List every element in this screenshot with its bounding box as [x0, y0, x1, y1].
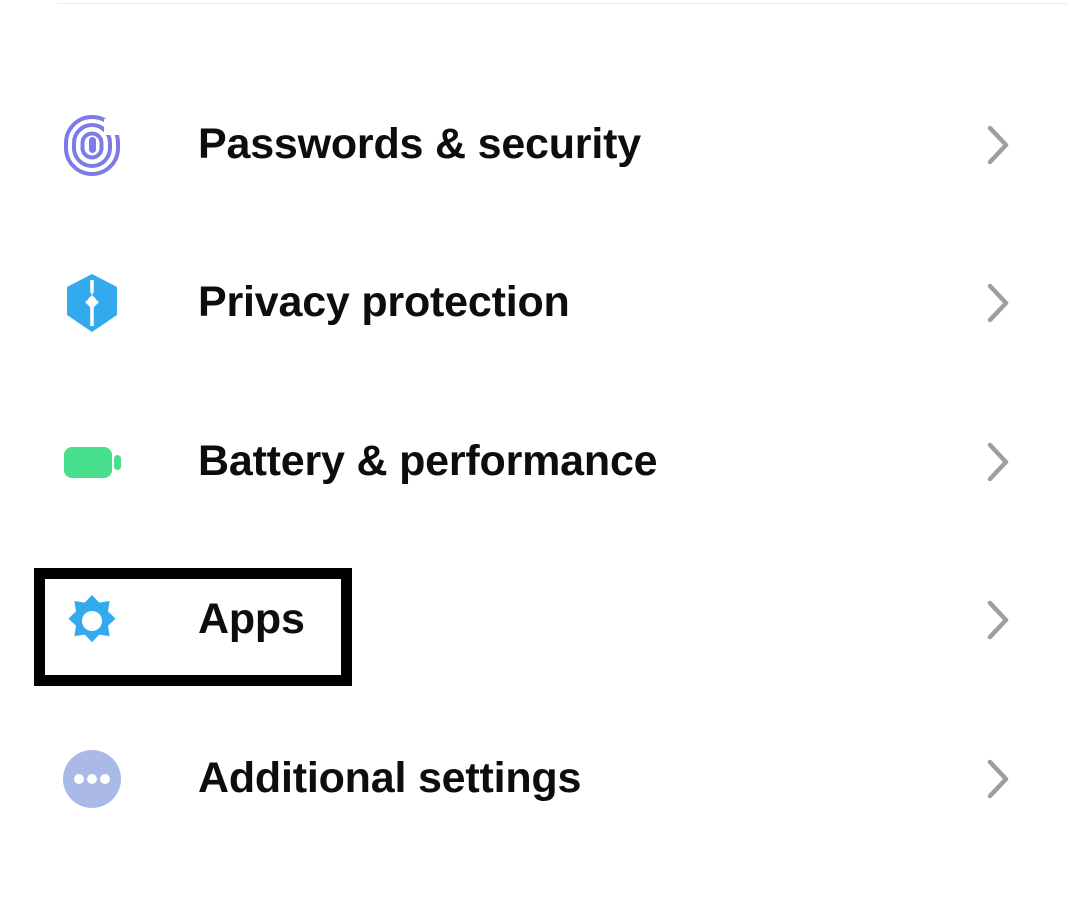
chevron-right-icon[interactable] [981, 280, 1015, 326]
settings-row-additional-settings[interactable]: Additional settings [0, 719, 1067, 839]
shield-icon [60, 271, 124, 335]
settings-row-battery-performance[interactable]: Battery & performance [0, 402, 1067, 522]
gear-flower-icon [60, 588, 124, 652]
settings-row-passwords-security[interactable]: Passwords & security [0, 85, 1067, 205]
chevron-right-icon[interactable] [981, 756, 1015, 802]
settings-row-label: Passwords & security [198, 120, 641, 169]
ellipsis-circle-icon [60, 747, 124, 811]
chevron-right-icon[interactable] [981, 439, 1015, 485]
settings-screen: Passwords & security Privacy protection … [0, 0, 1067, 907]
chevron-right-icon[interactable] [981, 122, 1015, 168]
settings-row-privacy-protection[interactable]: Privacy protection [0, 243, 1067, 363]
fingerprint-icon [60, 113, 124, 177]
settings-row-label: Battery & performance [198, 437, 658, 486]
settings-row-label: Apps [198, 595, 305, 644]
list-top-divider [57, 3, 1067, 4]
settings-row-label: Additional settings [198, 754, 582, 803]
battery-icon [60, 430, 124, 494]
settings-row-apps[interactable]: Apps [0, 560, 1067, 680]
settings-row-label: Privacy protection [198, 278, 570, 327]
chevron-right-icon[interactable] [981, 597, 1015, 643]
